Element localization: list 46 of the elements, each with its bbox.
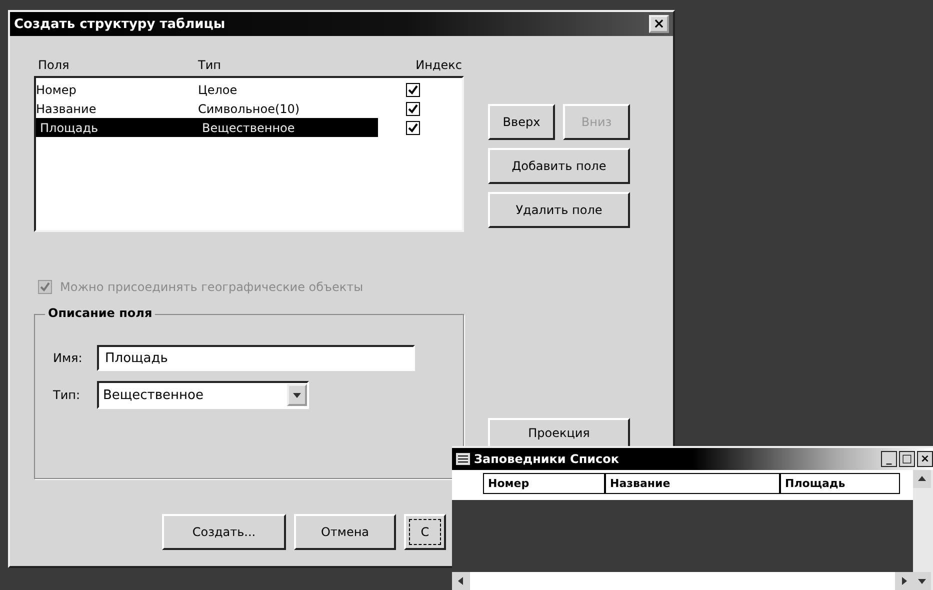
field-name: Номер [36,82,78,96]
window-title: Заповедники Список [474,452,620,466]
projection-button[interactable]: Проекция [488,418,630,446]
scroll-up-icon [918,475,926,483]
field-button[interactable]: Добавить поле [488,148,630,184]
dialog-button[interactable]: Отмена [294,514,396,550]
scroll-right-icon [900,577,908,585]
window-control-button[interactable]: □ [899,451,915,467]
index-checkbox[interactable] [406,82,420,96]
name-field[interactable]: Площадь [97,345,415,371]
check-mark-icon [40,282,50,292]
dialog-button[interactable]: Создать... [162,514,286,550]
column-header: Поля [38,58,70,72]
field-name: Площадь [40,120,100,134]
dropdown-arrow-icon [293,391,301,399]
index-checkbox[interactable] [406,120,420,134]
column-header: Тип [198,58,222,72]
window-title: Создать структуру таблицы [14,16,226,32]
name-label: Имя: [53,351,84,365]
field-type: Вещественное [202,120,296,134]
field-row[interactable]: Площадь Вещественное [36,118,378,137]
scroll-down-icon [918,577,926,585]
column-header: Площадь [780,473,900,494]
move-button[interactable]: Вверх [488,104,555,140]
column-header: Индекс [414,58,463,72]
checkbox-label: Можно присоединять географические объекты [60,280,364,294]
column-header: Номер [483,473,605,494]
vertical-scrollbar[interactable] [913,470,933,590]
table-icon [456,453,470,465]
field-type: Символьное(10) [198,102,301,116]
column-header: Название [605,473,780,494]
type-label: Тип: [53,388,82,402]
field-row[interactable]: Название Символьное(10) [36,99,378,118]
field-button[interactable]: Удалить поле [488,192,630,228]
close-button[interactable]: × [649,15,669,33]
group-title: Описание поля [45,306,156,320]
type-dropdown[interactable]: Вещественное [97,381,309,409]
dialog-button[interactable]: С [404,514,446,550]
field-row[interactable]: Номер Целое [36,80,378,99]
scroll-left-icon [457,577,465,585]
index-checkbox[interactable] [406,102,420,116]
window-control-button[interactable]: × [917,451,933,467]
field-type: Целое [198,82,238,96]
field-name: Название [36,102,98,116]
window-control-button[interactable]: _ [881,451,897,467]
horizontal-scrollbar[interactable] [452,572,913,590]
